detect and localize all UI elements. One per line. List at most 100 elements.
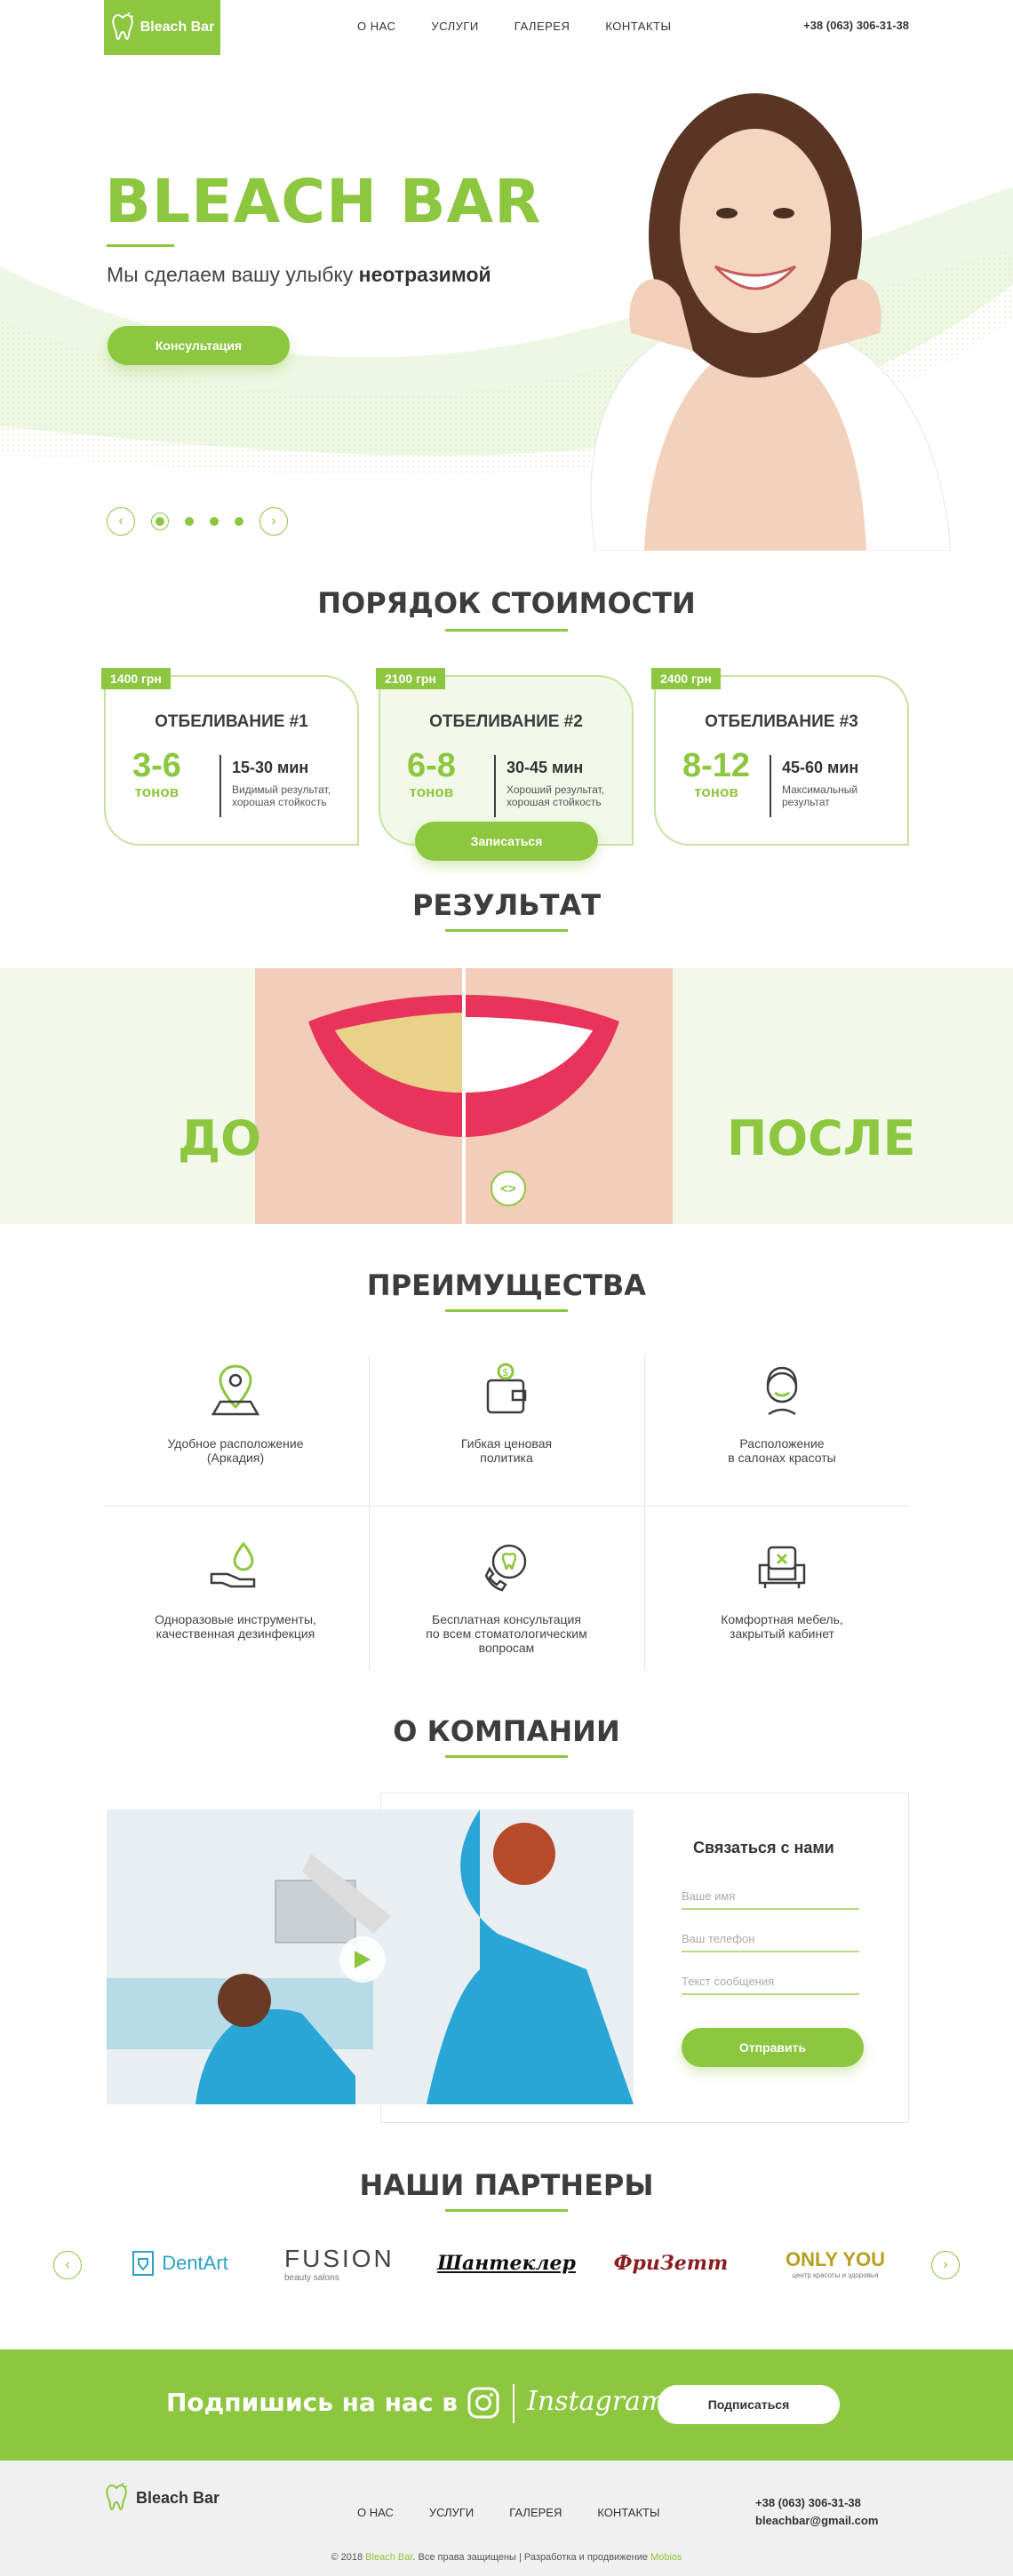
wallet-icon: $: [486, 1363, 527, 1414]
advantages-title: ПРЕИМУЩЕСТВА: [366, 1268, 647, 1302]
nav-services[interactable]: УСЛУГИ: [431, 20, 478, 33]
advantage-item: $ Гибкая ценовая политика: [369, 1359, 644, 1523]
advantage-item: Комфортная мебель, закрытый кабинет: [644, 1535, 920, 1699]
subscribe-bar: [0, 2349, 1013, 2461]
pricing-title: ПОРЯДОК СТОИМОСТИ: [317, 586, 696, 620]
duration: 45-60 мин: [782, 759, 859, 776]
consultation-button[interactable]: Консультация: [108, 326, 290, 365]
description: Видимый результат, хорошая стойкость: [232, 783, 331, 808]
price-card-3: 2400 грн ОТБЕЛИВАНИЕ #3 8-12 тонов 45-60 …: [651, 668, 909, 846]
footer-nav-services[interactable]: УСЛУГИ: [429, 2506, 474, 2519]
slider-next-arrow-icon[interactable]: ›: [259, 507, 288, 536]
about-title: О КОМПАНИИ: [393, 1714, 620, 1748]
before-after-teeth-image: [255, 968, 673, 1224]
after-label: ПОСЛЕ: [727, 1110, 916, 1166]
developer-link[interactable]: Mobios: [650, 2552, 682, 2563]
tones-value: 6-8 тонов: [407, 747, 456, 800]
slider-dot-3[interactable]: [210, 517, 219, 526]
price-card-1: 1400 грн ОТБЕЛИВАНИЕ #1 3-6 тонов 15-30 м…: [101, 668, 359, 846]
nav-gallery[interactable]: ГАЛЕРЕЯ: [514, 20, 570, 33]
partner-frizett[interactable]: ФриЗетт: [609, 2237, 733, 2290]
slider-dot-1[interactable]: [151, 513, 169, 530]
partners-next-arrow-icon[interactable]: ›: [931, 2251, 960, 2279]
phone-field[interactable]: [682, 1926, 859, 1952]
price-card-name: ОТБЕЛИВАНИЕ #1: [155, 712, 308, 731]
svg-text:$: $: [502, 1366, 509, 1379]
tones-value: 8-12 тонов: [682, 747, 751, 800]
main-nav: О НАС УСЛУГИ ГАЛЕРЕЯ КОНТАКТЫ: [357, 20, 671, 33]
compare-slider-handle[interactable]: <>: [491, 1171, 526, 1206]
result-title: РЕЗУЛЬТАТ: [411, 888, 602, 922]
price-tag: 1400 грн: [101, 668, 171, 689]
before-label: ДО: [178, 1110, 261, 1166]
footer-nav-contacts[interactable]: КОНТАКТЫ: [597, 2506, 659, 2519]
hero-title: BLEACH BAR: [105, 167, 542, 237]
subscribe-text: Подпишись на нас в: [166, 2388, 458, 2417]
nav-contacts[interactable]: КОНТАКТЫ: [605, 20, 671, 33]
hand-drop-icon: [210, 1541, 256, 1588]
footer-nav: О НАС УСЛУГИ ГАЛЕРЕЯ КОНТАКТЫ: [357, 2506, 659, 2519]
partners-underline: [445, 2209, 568, 2212]
price-card-name: ОТБЕЛИВАНИЕ #2: [429, 712, 583, 731]
instagram-wordmark: Instagram: [527, 2386, 666, 2417]
duration: 30-45 мин: [506, 759, 584, 776]
message-field[interactable]: [682, 1968, 859, 1995]
advantage-item: Одноразовые инструменты, качественная де…: [98, 1535, 373, 1699]
description: Максимальный результат: [782, 783, 858, 808]
partners-prev-arrow-icon[interactable]: ‹: [53, 2251, 82, 2279]
header-phone[interactable]: +38 (063) 306-31-38: [803, 19, 909, 32]
logo[interactable]: Bleach Bar: [104, 0, 220, 55]
price-tag: 2400 грн: [651, 668, 721, 689]
footer-phone[interactable]: +38 (063) 306-31-38: [755, 2494, 878, 2512]
dentart-logo-icon: [132, 2251, 155, 2276]
footer-logo[interactable]: Bleach Bar: [104, 2483, 219, 2513]
advantage-item: Расположение в салонах красоты: [644, 1359, 920, 1523]
result-underline: [445, 929, 568, 932]
partners-title: НАШИ ПАРТНЕРЫ: [359, 2168, 654, 2202]
subscribe-button[interactable]: Подписаться: [658, 2385, 840, 2424]
woman-icon: [766, 1366, 798, 1416]
footer-nav-about[interactable]: О НАС: [357, 2506, 394, 2519]
map-pin-icon: [211, 1364, 260, 1416]
send-button[interactable]: Отправить: [682, 2028, 864, 2067]
divider: [513, 2384, 514, 2423]
footer-contacts: +38 (063) 306-31-38 bleachbar@gmail.com: [755, 2494, 878, 2530]
logo-text: Bleach Bar: [140, 20, 215, 35]
phone-tooth-icon: [484, 1544, 527, 1592]
partner-fusion[interactable]: FUSION beauty salons: [284, 2237, 400, 2290]
duration: 15-30 мин: [232, 759, 309, 776]
price-tag: 2100 грн: [376, 668, 445, 689]
advantage-item: Бесплатная консультация по всем стоматол…: [369, 1535, 644, 1699]
instagram-icon[interactable]: [467, 2386, 500, 2420]
nav-about[interactable]: О НАС: [357, 20, 395, 33]
divider: [219, 755, 221, 817]
slider-dot-4[interactable]: [235, 517, 243, 526]
partner-shanteklar[interactable]: Шантеклер: [437, 2237, 576, 2290]
about-underline: [445, 1755, 568, 1758]
slider-dot-2[interactable]: [185, 517, 194, 526]
name-field[interactable]: [682, 1883, 859, 1910]
contact-form-title: Связаться с нами: [693, 1839, 834, 1856]
hero-slider-controls: ‹ ›: [107, 507, 288, 536]
price-card-2: 2100 грн ОТБЕЛИВАНИЕ #2 6-8 тонов 30-45 м…: [376, 668, 634, 846]
partner-onlyyou[interactable]: ONLY YOU центр красоты и здоровья: [773, 2237, 897, 2290]
advantage-item: Удобное расположение (Аркадия): [98, 1359, 373, 1523]
divider: [770, 755, 771, 817]
advantages-underline: [445, 1309, 568, 1312]
copyright: © 2018 Bleach Bar. Все права защищены | …: [331, 2552, 682, 2563]
price-card-name: ОТБЕЛИВАНИЕ #3: [705, 712, 858, 731]
footer-nav-gallery[interactable]: ГАЛЕРЕЯ: [509, 2506, 562, 2519]
tones-value: 3-6 тонов: [132, 747, 181, 800]
slider-prev-arrow-icon[interactable]: ‹: [107, 507, 135, 536]
armchair-icon: [758, 1546, 806, 1588]
hero-subtitle: Мы сделаем вашу улыбку неотразимой: [107, 263, 491, 286]
book-button[interactable]: Записаться: [415, 822, 598, 861]
footer-email[interactable]: bleachbar@gmail.com: [755, 2512, 878, 2530]
tooth-logo-icon: [106, 2483, 128, 2511]
hero-underline: [107, 244, 174, 247]
play-button[interactable]: [339, 1936, 386, 1983]
partner-dentart[interactable]: DentArt: [120, 2237, 240, 2290]
description: Хороший результат, хорошая стойкость: [506, 783, 605, 808]
smiling-woman-image: [590, 93, 951, 551]
play-icon: [355, 1951, 371, 1968]
